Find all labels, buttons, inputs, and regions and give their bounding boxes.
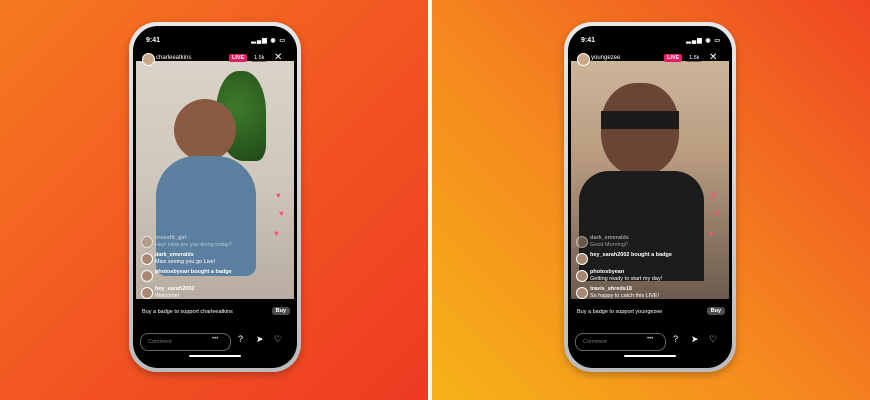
buy-button[interactable]: Buy: [271, 307, 290, 315]
avatar: [576, 270, 588, 282]
headband: [601, 111, 679, 129]
more-icon[interactable]: •••: [212, 336, 218, 342]
comment-item: crossfit_girl Hey! How are you doing tod…: [141, 235, 268, 252]
heart-icon[interactable]: ♡: [709, 334, 717, 345]
buy-button[interactable]: Buy: [706, 307, 725, 315]
status-bar: 9:41 ▂▄▆ ◉ ▭: [136, 33, 294, 49]
badge-prompt: Buy a badge to support youngezee: [577, 309, 663, 315]
comment-user[interactable]: dark_emeralds: [155, 252, 194, 258]
comment-item: photosbyean bought a badge: [141, 269, 268, 286]
badge-prompt: Buy a badge to support charleeatkins: [142, 309, 233, 315]
screen-left: 9:41 ▂▄▆ ◉ ▭ charleeatkins LIVE 1.5k ✕ c…: [136, 33, 294, 361]
more-icon[interactable]: •••: [647, 336, 653, 342]
home-indicator: [189, 355, 241, 357]
comment-item: hey_sarah2002 bought a badge: [576, 252, 703, 269]
panel-divider: [428, 0, 432, 400]
comment-text: So happy to catch this LIVE!: [590, 293, 660, 299]
badge-bar: Buy a badge to support youngezee Buy: [575, 305, 725, 319]
live-badge: LIVE: [664, 54, 683, 62]
comment-item: hey_sarah2002 Welcome!: [141, 286, 268, 303]
status-bar: 9:41 ▂▄▆ ◉ ▭: [571, 33, 729, 49]
viewer-count[interactable]: 1.5k: [686, 54, 703, 62]
avatar: [576, 236, 588, 248]
phone-left: 9:41 ▂▄▆ ◉ ▭ charleeatkins LIVE 1.5k ✕ c…: [129, 22, 301, 372]
heart-icon: ♥: [276, 191, 281, 200]
live-header: youngezee LIVE 1.5k ✕: [571, 50, 729, 68]
comment-text: Welcome!: [155, 293, 180, 299]
heart-animation: ♥ ♥ ♥: [709, 191, 723, 261]
heart-icon: ♥: [279, 209, 284, 218]
comment-item: travis_shreds18 So happy to catch this L…: [576, 286, 703, 303]
comment-user[interactable]: hey_sarah2002: [155, 286, 194, 292]
comment-user[interactable]: photosbyean bought a badge: [155, 269, 232, 275]
comment-user[interactable]: dark_emeralds: [590, 235, 629, 241]
avatar: [141, 236, 153, 248]
comment-list: dark_emeralds Good Morning!! hey_sarah20…: [576, 235, 703, 303]
avatar: [576, 287, 588, 299]
heart-animation: ♥ ♥ ♥: [274, 191, 288, 261]
comment-composer: ••• ? ➤ ♡: [575, 333, 725, 351]
host-username[interactable]: youngezee: [591, 55, 620, 61]
comment-user[interactable]: travis_shreds18: [590, 286, 632, 292]
avatar: [141, 287, 153, 299]
avatar[interactable]: [577, 53, 590, 66]
heart-icon: ♥: [274, 229, 279, 238]
close-icon[interactable]: ✕: [709, 52, 717, 63]
time: 9:41: [146, 37, 161, 44]
comment-text: Getting ready to start my day!: [590, 276, 663, 282]
question-icon[interactable]: ?: [238, 334, 243, 344]
heart-icon: ♥: [709, 229, 714, 238]
avatar: [141, 253, 153, 265]
comment-item: photosbyean Getting ready to start my da…: [576, 269, 703, 286]
live-badge: LIVE: [229, 54, 248, 62]
host-username[interactable]: charleeatkins: [156, 55, 191, 61]
phone-right: 9:41 ▂▄▆ ◉ ▭ youngezee LIVE 1.5k ✕ dark_…: [564, 22, 736, 372]
close-icon[interactable]: ✕: [274, 52, 282, 63]
send-icon[interactable]: ➤: [691, 334, 699, 345]
heart-icon: ♥: [711, 191, 716, 200]
comment-item: dark_emeralds Good Morning!!: [576, 235, 703, 252]
home-indicator: [624, 355, 676, 357]
comment-user[interactable]: hey_sarah2002 bought a badge: [590, 252, 672, 258]
screen-right: 9:41 ▂▄▆ ◉ ▭ youngezee LIVE 1.5k ✕ dark_…: [571, 33, 729, 361]
comment-text: Miss seeing you go Live!: [155, 259, 216, 265]
host-head: [174, 99, 236, 161]
comment-text: Hey! How are you doing today?: [155, 242, 232, 248]
send-icon[interactable]: ➤: [256, 334, 264, 345]
badge-bar: Buy a badge to support charleeatkins Buy: [140, 305, 290, 319]
heart-icon[interactable]: ♡: [274, 334, 282, 345]
comment-composer: ••• ? ➤ ♡: [140, 333, 290, 351]
heart-icon: ♥: [714, 209, 719, 218]
viewer-count[interactable]: 1.5k: [251, 54, 268, 62]
comment-user[interactable]: crossfit_girl: [155, 235, 186, 241]
avatar: [141, 270, 153, 282]
avatar: [576, 253, 588, 265]
comment-text: Good Morning!!: [590, 242, 628, 248]
host-head: [601, 83, 679, 175]
comment-user[interactable]: photosbyean: [590, 269, 624, 275]
signal-icon: ▂▄▆ ◉ ▭: [686, 38, 721, 44]
question-icon[interactable]: ?: [673, 334, 678, 344]
avatar[interactable]: [142, 53, 155, 66]
signal-icon: ▂▄▆ ◉ ▭: [251, 38, 286, 44]
live-header: charleeatkins LIVE 1.5k ✕: [136, 50, 294, 68]
comment-list: crossfit_girl Hey! How are you doing tod…: [141, 235, 268, 303]
comment-item: dark_emeralds Miss seeing you go Live!: [141, 252, 268, 269]
time: 9:41: [581, 37, 596, 44]
